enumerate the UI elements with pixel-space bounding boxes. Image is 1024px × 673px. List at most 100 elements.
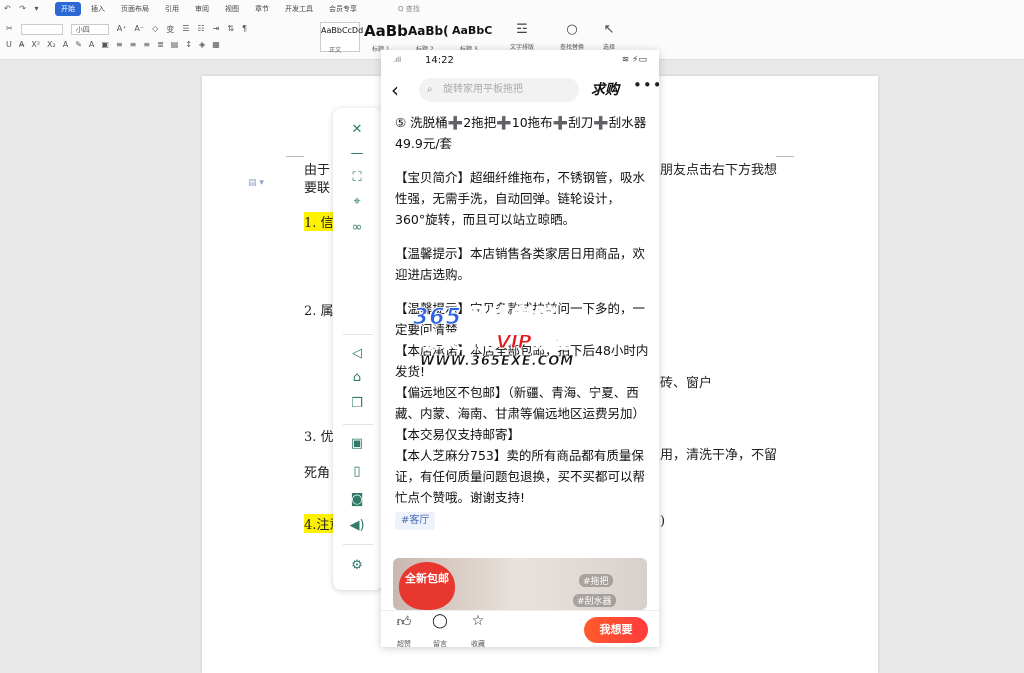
image-tag: #刮水器 — [573, 594, 616, 607]
tab-review[interactable]: 审阅 — [189, 2, 215, 16]
strikethrough-icon[interactable]: A̶ — [19, 40, 24, 49]
style-gallery: AaBbCcDd 正文 AaBb 标题 1 AaBb( 标题 2 AaBbC 标… — [320, 22, 492, 54]
style-heading-1[interactable]: AaBb 标题 1 — [364, 22, 408, 53]
recent-apps-icon[interactable]: ❐ — [347, 396, 367, 411]
doc-list-item-1: 1. 信 — [304, 212, 334, 231]
settings-icon[interactable]: ⚙ — [347, 558, 367, 573]
star-icon: ☆ — [471, 613, 485, 629]
floating-toolbar: ✕ — ⛶ ⌖ ∞ ◁ ⌂ ❐ ▣ ▯ ◙ ◀) ⚙ — [333, 108, 383, 590]
underline-icon[interactable]: U — [6, 40, 12, 49]
watermark-url: WWW.365EXE.COM — [420, 354, 575, 370]
more-icon[interactable]: ••• — [633, 76, 659, 94]
quick-access-toolbar[interactable]: ↶ ↷ ▾ — [4, 4, 42, 13]
pinyin-icon[interactable]: 变 — [166, 24, 174, 35]
cursor-icon: ↖ — [603, 22, 615, 37]
select-button[interactable]: ↖ 选择 — [592, 22, 626, 52]
text-layout-button[interactable]: ☲ 文字排版 — [505, 22, 539, 52]
comment-button[interactable]: ◯ 留言 — [425, 613, 455, 647]
fullscreen-icon[interactable]: ⛶ — [347, 170, 367, 185]
line-spacing-icon[interactable]: ↕ — [185, 40, 192, 49]
like-button[interactable]: 👍︎ 超赞 — [389, 613, 419, 647]
style-normal[interactable]: AaBbCcDd 正文 — [320, 22, 363, 54]
style-name: 正文 — [329, 47, 342, 54]
bullet-list-icon[interactable]: ☰ — [182, 24, 189, 35]
format-painter-icon[interactable]: ✂ — [6, 24, 13, 35]
tab-insert[interactable]: 插入 — [85, 2, 111, 16]
volume-icon[interactable]: ◀) — [347, 518, 367, 533]
font-name-select[interactable] — [20, 24, 63, 35]
justify-icon[interactable]: ≣ — [157, 40, 164, 49]
style-sample: AaBb — [364, 22, 408, 40]
pin-icon[interactable]: ⌖ — [347, 194, 367, 209]
sort-icon[interactable]: ⇅ — [227, 24, 234, 35]
tab-developer[interactable]: 开发工具 — [279, 2, 319, 16]
action-label: 留言 — [433, 640, 447, 647]
font-size-select[interactable]: 小四 — [70, 24, 109, 35]
screenshot-icon[interactable]: ▣ — [347, 436, 367, 451]
shrink-font-icon[interactable]: A⁻ — [134, 24, 144, 35]
char-border-icon[interactable]: ▣ — [101, 40, 109, 49]
tab-view[interactable]: 视图 — [219, 2, 245, 16]
tab-page-layout[interactable]: 页面布局 — [115, 2, 155, 16]
minimize-icon[interactable]: — — [347, 146, 367, 161]
indent-icon[interactable]: ⇥ — [213, 24, 220, 35]
search-input[interactable]: ⌕ 旋转家用平板拖把 — [419, 78, 579, 102]
free-shipping-badge: 全新包邮 — [399, 562, 455, 610]
listing-title: ⑤ 洗脱桶➕2拖把➕10拖布➕刮刀➕刮水器 49.9元/套 — [395, 115, 647, 151]
shading-icon[interactable]: ◈ — [199, 40, 205, 49]
style-heading-3[interactable]: AaBbC 标题 3 — [452, 22, 492, 53]
style-sample: AaBb( — [408, 24, 449, 38]
tab-member[interactable]: 会员专享 — [323, 2, 363, 16]
link-icon[interactable]: ∞ — [347, 220, 367, 235]
record-icon[interactable]: ▯ — [347, 464, 367, 479]
favorite-button[interactable]: ☆ 收藏 — [463, 613, 493, 647]
search-placeholder: 旋转家用平板拖把 — [443, 84, 523, 95]
want-button[interactable]: 我想要 — [584, 617, 648, 643]
find-replace-button[interactable]: ○ 查找替换 — [555, 22, 589, 52]
clear-format-icon[interactable]: ◇ — [152, 24, 158, 35]
back-icon[interactable]: ◁ — [347, 346, 367, 361]
superscript-icon[interactable]: X² — [31, 40, 40, 49]
font-color-icon[interactable]: A — [89, 40, 94, 49]
align-center-icon[interactable]: ≡ — [130, 40, 137, 49]
qiugou-button[interactable]: 求购 — [591, 79, 619, 99]
product-image[interactable]: 全新包邮 #拖把 #刮水器 — [393, 558, 647, 610]
action-label: 收藏 — [471, 640, 485, 647]
doc-text: 死角 — [304, 466, 331, 481]
align-left-icon[interactable]: ≡ — [116, 40, 123, 49]
border-icon[interactable]: ▦ — [212, 40, 220, 49]
ribbon-search[interactable]: Q 查找 — [398, 4, 420, 14]
topic-tag[interactable]: #客厅 — [395, 512, 436, 530]
grow-font-icon[interactable]: A⁺ — [117, 24, 127, 35]
status-time: 14:22 — [425, 55, 454, 66]
close-icon[interactable]: ✕ — [347, 122, 367, 137]
bottom-action-bar: 👍︎ 超赞 ◯ 留言 ☆ 收藏 我想要 — [381, 610, 659, 647]
tab-references[interactable]: 引用 — [159, 2, 185, 16]
align-right-icon[interactable]: ≡ — [143, 40, 150, 49]
number-list-icon[interactable]: ☷ — [197, 24, 204, 35]
signal-icon: .ıll — [393, 56, 402, 64]
doc-text: 用，清洗干净，不留 — [660, 448, 778, 463]
show-marks-icon[interactable]: ¶ — [242, 24, 247, 35]
camera-icon[interactable]: ◙ — [347, 492, 367, 507]
divider — [343, 424, 373, 425]
listing-remote: 【偏远地区不包邮】（新疆、青海、宁夏、西藏、内蒙、海南、甘肃等偏远地区运费另加） — [395, 385, 646, 421]
text-effect-icon[interactable]: A — [63, 40, 68, 49]
paragraph-row: U A̶ X² X₂ A ✎ A ▣ ≡ ≡ ≡ ≣ ▤ ↕ ◈ ▦ — [6, 40, 220, 49]
subscript-icon[interactable]: X₂ — [47, 40, 56, 49]
highlight-icon[interactable]: ✎ — [75, 40, 82, 49]
battery-icon: ≋ ⚡▭ — [621, 55, 647, 65]
listing-intro: 【宝贝简介】超细纤维拖布，不锈钢管，吸水性强，无需手洗，自动回弹。链轮设计，36… — [395, 170, 646, 227]
margin-marker — [286, 156, 304, 157]
doc-list-item-3: 3. 优 — [304, 430, 334, 445]
distribute-icon[interactable]: ▤ — [171, 40, 179, 49]
doc-list-item-2: 2. 属 — [304, 304, 334, 319]
font-row: ✂ 小四 A⁺ A⁻ ◇ 变 ☰ ☷ ⇥ ⇅ ¶ — [6, 24, 247, 35]
tab-home[interactable]: 开始 — [55, 2, 81, 16]
back-arrow-icon[interactable]: ‹ — [391, 78, 399, 102]
style-heading-2[interactable]: AaBb( 标题 2 — [408, 22, 449, 53]
search-icon: ⌕ — [427, 84, 433, 95]
paragraph-handle-icon[interactable]: ▤ ▾ — [248, 178, 264, 188]
tab-section[interactable]: 章节 — [249, 2, 275, 16]
home-icon[interactable]: ⌂ — [347, 370, 367, 385]
